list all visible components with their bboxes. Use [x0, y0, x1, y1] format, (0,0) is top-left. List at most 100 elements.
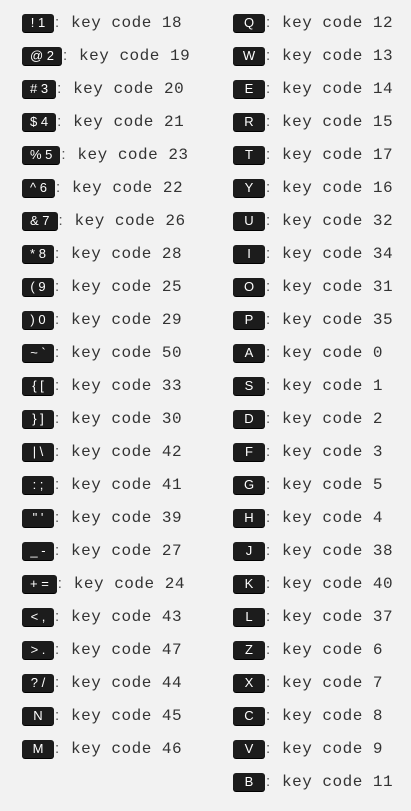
key-code-label: key code 44 — [71, 673, 183, 692]
keycap: _ - — [22, 541, 54, 560]
key-row: Z: key code 6 — [205, 633, 411, 666]
key-row: ( 9: key code 25 — [0, 270, 227, 303]
separator: : — [266, 707, 271, 724]
keycap: > . — [22, 640, 54, 659]
separator: : — [266, 80, 271, 97]
key-row: F: key code 3 — [205, 435, 411, 468]
separator: : — [266, 245, 271, 262]
keycap: X — [233, 673, 265, 692]
keycap: : ; — [22, 475, 54, 494]
key-code-label: key code 19 — [79, 46, 191, 65]
keycap: ~ ` — [22, 343, 54, 362]
key-code-label: key code 0 — [282, 343, 384, 362]
keycap: E — [233, 79, 265, 98]
separator: : — [55, 542, 60, 559]
separator: : — [266, 773, 271, 790]
key-code-label: key code 40 — [282, 574, 394, 593]
key-row: ? /: key code 44 — [0, 666, 227, 699]
separator: : — [55, 641, 60, 658]
key-code-label: key code 42 — [71, 442, 183, 461]
key-row: G: key code 5 — [205, 468, 411, 501]
separator: : — [57, 113, 62, 130]
separator: : — [55, 278, 60, 295]
key-row: $ 4: key code 21 — [0, 105, 227, 138]
key-code-label: key code 39 — [71, 508, 183, 527]
separator: : — [266, 344, 271, 361]
key-row: U: key code 32 — [205, 204, 411, 237]
separator: : — [55, 608, 60, 625]
key-code-label: key code 46 — [71, 739, 183, 758]
keycap: ? / — [22, 673, 54, 692]
key-code-label: key code 9 — [282, 739, 384, 758]
key-code-label: key code 24 — [73, 574, 185, 593]
key-row: > .: key code 47 — [0, 633, 227, 666]
key-row: ! 1: key code 18 — [0, 6, 227, 39]
separator: : — [266, 113, 271, 130]
key-row: W: key code 13 — [205, 39, 411, 72]
keycap: L — [233, 607, 265, 626]
separator: : — [266, 47, 271, 64]
keycap: Q — [233, 13, 265, 32]
separator: : — [266, 740, 271, 757]
keycap: K — [233, 574, 265, 593]
key-code-label: key code 6 — [282, 640, 384, 659]
separator: : — [266, 443, 271, 460]
key-code-label: key code 21 — [73, 112, 185, 131]
key-row: S: key code 1 — [205, 369, 411, 402]
key-code-label: key code 30 — [71, 409, 183, 428]
separator: : — [266, 179, 271, 196]
key-code-label: key code 18 — [71, 13, 183, 32]
keycap: G — [233, 475, 265, 494]
key-row: K: key code 40 — [205, 567, 411, 600]
separator: : — [266, 674, 271, 691]
keycap: T — [233, 145, 265, 164]
keycap: | \ — [22, 442, 54, 461]
keycap: % 5 — [22, 145, 61, 164]
keycap: A — [233, 343, 265, 362]
keycap: F — [233, 442, 265, 461]
key-row: A: key code 0 — [205, 336, 411, 369]
key-code-label: key code 47 — [71, 640, 183, 659]
separator: : — [266, 608, 271, 625]
separator: : — [55, 443, 60, 460]
key-code-label: key code 38 — [282, 541, 394, 560]
key-code-label: key code 41 — [71, 475, 183, 494]
key-code-label: key code 31 — [282, 277, 394, 296]
key-code-label: key code 4 — [282, 508, 384, 527]
key-row: M: key code 46 — [0, 732, 227, 765]
keycap: ^ 6 — [22, 178, 55, 197]
separator: : — [55, 740, 60, 757]
separator: : — [55, 410, 60, 427]
keycap: C — [233, 706, 265, 725]
key-row: C: key code 8 — [205, 699, 411, 732]
key-row: " ': key code 39 — [0, 501, 227, 534]
key-code-label: key code 14 — [282, 79, 394, 98]
key-code-label: key code 23 — [77, 145, 189, 164]
keycap: ) 0 — [22, 310, 54, 329]
key-row: ) 0: key code 29 — [0, 303, 227, 336]
separator: : — [57, 575, 62, 592]
keycap: * 8 — [22, 244, 54, 263]
key-row: R: key code 15 — [205, 105, 411, 138]
key-code-label: key code 17 — [282, 145, 394, 164]
keycap: P — [233, 310, 265, 329]
separator: : — [55, 245, 60, 262]
separator: : — [55, 674, 60, 691]
key-code-label: key code 8 — [282, 706, 384, 725]
separator: : — [55, 707, 60, 724]
keycap: N — [22, 706, 54, 725]
key-code-label: key code 7 — [282, 673, 384, 692]
keycap: I — [233, 244, 265, 263]
keycap: H — [233, 508, 265, 527]
key-row: ^ 6: key code 22 — [0, 171, 227, 204]
key-code-label: key code 13 — [282, 46, 394, 65]
key-row: X: key code 7 — [205, 666, 411, 699]
key-row: B: key code 11 — [205, 765, 411, 798]
key-code-label: key code 28 — [71, 244, 183, 263]
key-code-label: key code 27 — [71, 541, 183, 560]
keycap: M — [22, 739, 54, 758]
separator: : — [266, 575, 271, 592]
separator: : — [55, 344, 60, 361]
key-row: E: key code 14 — [205, 72, 411, 105]
separator: : — [57, 80, 62, 97]
